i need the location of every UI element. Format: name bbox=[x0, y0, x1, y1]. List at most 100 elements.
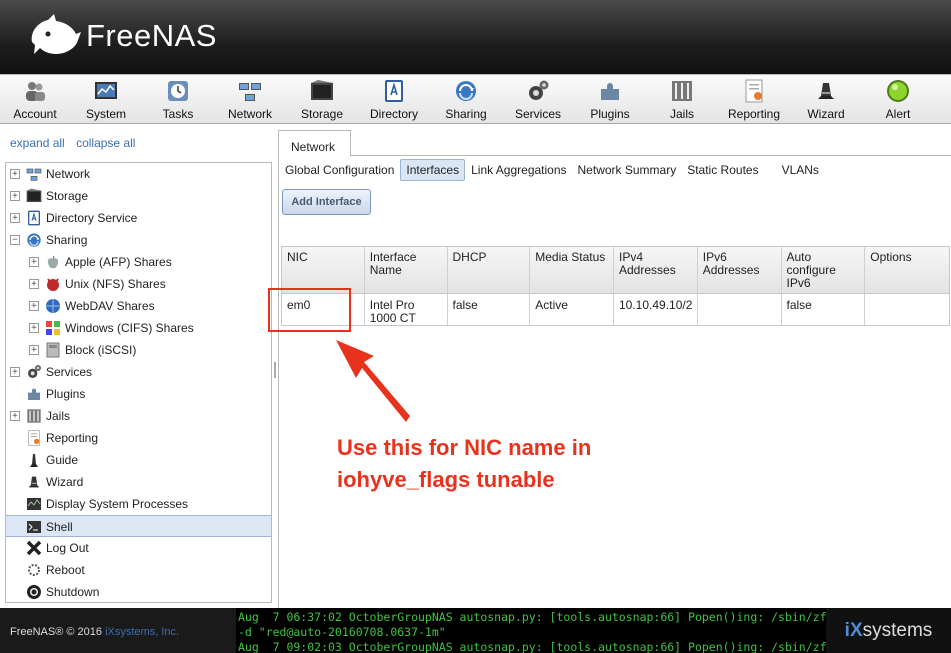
console-log: Aug 7 06:37:02 OctoberGroupNAS autosnap.… bbox=[236, 608, 826, 653]
freenas-logo[interactable]: FreeNAS bbox=[26, 12, 217, 60]
tree-item-shutdown[interactable]: Shutdown bbox=[6, 581, 271, 602]
toolbar-account-button[interactable]: Account bbox=[0, 75, 70, 123]
console-line: Aug 7 09:02:03 OctoberGroupNAS autosnap.… bbox=[238, 640, 826, 653]
tree-item-apple-afp-shares[interactable]: + Apple (AFP) Shares bbox=[6, 251, 271, 273]
company-link[interactable]: iXsystems, Inc. bbox=[105, 626, 179, 638]
subtab-vlans[interactable]: VLANs bbox=[777, 160, 824, 180]
toolbar-system-button[interactable]: System bbox=[70, 75, 142, 123]
tree-item-reboot[interactable]: Reboot bbox=[6, 559, 271, 581]
unix-icon bbox=[45, 276, 61, 292]
tree-item-wizard[interactable]: Wizard bbox=[6, 471, 271, 493]
tree-item-log-out[interactable]: Log Out bbox=[6, 537, 271, 559]
alert-icon bbox=[885, 78, 911, 104]
tree-item-network[interactable]: + Network bbox=[6, 163, 271, 185]
toolbar-plugins-button[interactable]: Plugins bbox=[574, 75, 646, 123]
toolbar-label: Reporting bbox=[727, 107, 781, 121]
collapse-all-link[interactable]: collapse all bbox=[76, 136, 135, 150]
tree-item-label: Reporting bbox=[46, 431, 99, 445]
toolbar-sharing-button[interactable]: Sharing bbox=[430, 75, 502, 123]
tree-item-directory-service[interactable]: + Directory Service bbox=[6, 207, 271, 229]
toolbar-label: System bbox=[85, 107, 126, 121]
table-cell: 10.10.49.10/2 bbox=[614, 294, 698, 325]
shell-icon bbox=[26, 519, 42, 535]
logout-icon bbox=[26, 540, 42, 556]
tree-item-label: Unix (NFS) Shares bbox=[65, 277, 166, 291]
tree-item-reporting[interactable]: Reporting bbox=[6, 427, 271, 449]
ixsystems-logo-text: iXsystems bbox=[845, 620, 933, 642]
table-cell: false bbox=[782, 294, 866, 325]
expand-icon[interactable]: + bbox=[29, 345, 39, 355]
table-cell: Intel Pro 1000 CT bbox=[365, 294, 448, 325]
expand-icon[interactable]: + bbox=[29, 301, 39, 311]
navigation-tree: + Network + Storage + Directory Service − Shari… bbox=[5, 162, 272, 603]
expand-icon[interactable]: + bbox=[10, 367, 20, 377]
toolbar-services-button[interactable]: Services bbox=[502, 75, 574, 123]
toolbar-directory-button[interactable]: Directory bbox=[358, 75, 430, 123]
tab-network[interactable]: Network bbox=[278, 130, 351, 157]
toolbar-network-button[interactable]: Network bbox=[214, 75, 286, 123]
tree-item-windows-cifs-shares[interactable]: + Windows (CIFS) Shares bbox=[6, 317, 271, 339]
expand-icon[interactable]: + bbox=[29, 323, 39, 333]
tree-item-label: Network bbox=[46, 167, 91, 181]
table-row[interactable]: em0 Intel Pro 1000 CT false Active 10.10.49.… bbox=[282, 294, 949, 325]
subtab-interfaces[interactable]: Interfaces bbox=[400, 159, 466, 181]
footer: FreeNAS® © 2016 iXsystems, Inc. Aug 7 06… bbox=[0, 608, 951, 653]
annotation-text: Use this for NIC name in iohyve_flags tu… bbox=[337, 432, 591, 496]
subtab-static-routes[interactable]: Static Routes bbox=[682, 160, 763, 180]
column-header[interactable]: Options bbox=[865, 247, 949, 293]
tree-item-sharing[interactable]: − Sharing bbox=[6, 229, 271, 251]
tree-item-plugins[interactable]: Plugins bbox=[6, 383, 271, 405]
subtab-bar: Global Configuration Interfaces Link Aggre… bbox=[278, 156, 951, 184]
subtab-global-configuration[interactable]: Global Configuration bbox=[280, 160, 399, 180]
table-cell bbox=[698, 294, 782, 325]
column-header[interactable]: Auto configure IPv6 bbox=[782, 247, 866, 293]
tree-item-jails[interactable]: + Jails bbox=[6, 405, 271, 427]
column-header[interactable]: Interface Name bbox=[365, 247, 448, 293]
table-cell: false bbox=[448, 294, 531, 325]
toolbar-tasks-button[interactable]: Tasks bbox=[142, 75, 214, 123]
tree-item-storage[interactable]: + Storage bbox=[6, 185, 271, 207]
toolbar-jails-button[interactable]: Jails bbox=[646, 75, 718, 123]
tree-item-label: Apple (AFP) Shares bbox=[65, 255, 172, 269]
app-header: FreeNAS bbox=[0, 0, 951, 74]
expand-icon[interactable]: + bbox=[10, 213, 20, 223]
expand-icon[interactable]: + bbox=[10, 411, 20, 421]
column-header[interactable]: IPv4 Addresses bbox=[614, 247, 698, 293]
toolbar-storage-button[interactable]: Storage bbox=[286, 75, 358, 123]
tree-item-label: Services bbox=[46, 365, 93, 379]
panel-splitter-handle[interactable] bbox=[274, 362, 276, 378]
column-header[interactable]: DHCP bbox=[448, 247, 531, 293]
ixsystems-logo[interactable]: iXsystems bbox=[826, 608, 951, 653]
table-body: em0 Intel Pro 1000 CT false Active 10.10.49.… bbox=[282, 294, 949, 325]
toolbar-alert-button[interactable]: Alert bbox=[862, 75, 934, 123]
expand-icon[interactable]: + bbox=[29, 279, 39, 289]
tree-item-webdav-shares[interactable]: + WebDAV Shares bbox=[6, 295, 271, 317]
add-interface-button[interactable]: Add Interface bbox=[282, 189, 371, 215]
tree-item-label: Reboot bbox=[46, 563, 85, 577]
tree-item-unix-nfs-shares[interactable]: + Unix (NFS) Shares bbox=[6, 273, 271, 295]
expand-all-link[interactable]: expand all bbox=[10, 136, 65, 150]
console-line: -d "red@auto-20160708.0637-1m" bbox=[238, 625, 446, 639]
subtab-network-summary[interactable]: Network Summary bbox=[573, 160, 682, 180]
network-icon bbox=[26, 166, 42, 182]
expand-icon[interactable]: + bbox=[10, 191, 20, 201]
account-icon bbox=[22, 78, 48, 104]
tree-item-block-iscsi[interactable]: + Block (iSCSI) bbox=[6, 339, 271, 361]
column-header[interactable]: NIC bbox=[282, 247, 365, 293]
tasks-icon bbox=[165, 78, 191, 104]
tree-item-shell[interactable]: Shell bbox=[6, 515, 271, 537]
column-header[interactable]: IPv6 Addresses bbox=[698, 247, 782, 293]
collapse-icon[interactable]: − bbox=[10, 235, 20, 245]
expand-icon[interactable]: + bbox=[29, 257, 39, 267]
toolbar-label: Tasks bbox=[162, 107, 194, 121]
tree-item-display-system-processes[interactable]: Display System Processes bbox=[6, 493, 271, 515]
directory-icon bbox=[26, 210, 42, 226]
toolbar-wizard-button[interactable]: Wizard bbox=[790, 75, 862, 123]
toolbar-label: Alert bbox=[885, 107, 911, 121]
toolbar-reporting-button[interactable]: Reporting bbox=[718, 75, 790, 123]
expand-icon[interactable]: + bbox=[10, 169, 20, 179]
tree-item-services[interactable]: + Services bbox=[6, 361, 271, 383]
tree-item-guide[interactable]: Guide bbox=[6, 449, 271, 471]
column-header[interactable]: Media Status bbox=[530, 247, 614, 293]
subtab-link-aggregations[interactable]: Link Aggregations bbox=[466, 160, 571, 180]
